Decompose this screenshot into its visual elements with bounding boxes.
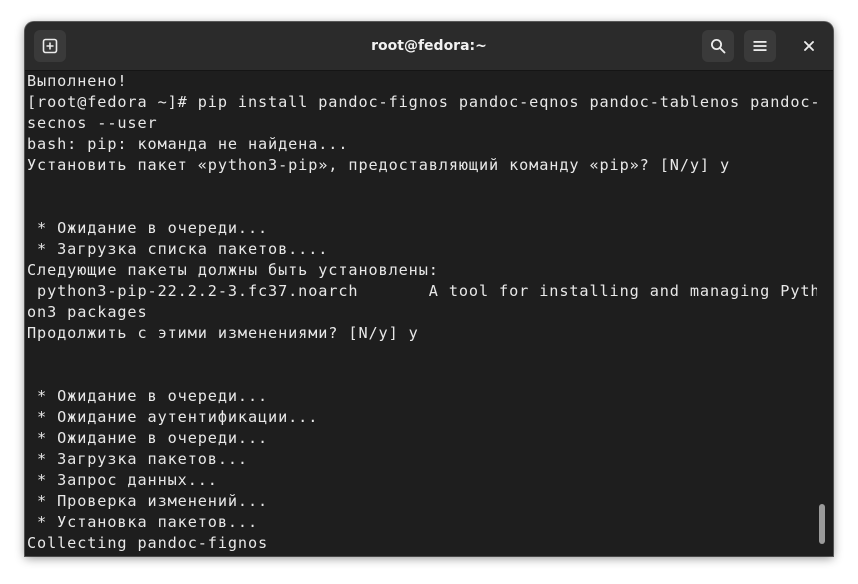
terminal-window: root@fedora:~ Выполнено! [root@fedora ~]…: [25, 22, 833, 556]
terminal-line: Collecting pandoc-fignos: [27, 534, 269, 552]
terminal-line: * Загрузка списка пакетов....: [27, 240, 329, 258]
terminal-line: * Ожидание в очереди...: [27, 219, 269, 237]
search-button[interactable]: [702, 30, 734, 62]
search-icon: [711, 39, 726, 54]
menu-button[interactable]: [744, 30, 776, 62]
scrollbar-thumb[interactable]: [819, 504, 825, 544]
terminal-line: * Запрос данных...: [27, 471, 218, 489]
titlebar: root@fedora:~: [25, 22, 833, 71]
terminal-line: * Ожидание аутентификации...: [27, 408, 319, 426]
close-button[interactable]: [793, 30, 825, 62]
terminal-line: Выполнено!: [27, 72, 128, 90]
terminal-line: * Ожидание в очереди...: [27, 429, 269, 447]
close-icon: [804, 41, 814, 51]
new-tab-button[interactable]: [34, 30, 66, 62]
hamburger-menu-icon: [753, 41, 767, 51]
terminal-line: Продолжить с этими изменениями? [N/y] y: [27, 324, 419, 342]
terminal-line: Установить пакет «python3-pip», предоста…: [27, 156, 731, 174]
new-tab-icon: [42, 38, 58, 54]
terminal-line: * Загрузка пакетов...: [27, 450, 248, 468]
terminal-line: [root@fedora ~]# pip install pandoc-fign…: [27, 93, 817, 111]
terminal-line: python3-pip-22.2.2-3.fc37.noarch A tool …: [27, 282, 817, 300]
terminal-line: * Проверка изменений...: [27, 492, 269, 510]
terminal-line: * Ожидание в очереди...: [27, 387, 269, 405]
terminal-line: * Установка пакетов...: [27, 513, 259, 531]
terminal-output[interactable]: Выполнено! [root@fedora ~]# pip install …: [27, 71, 817, 556]
terminal-line: Следующие пакеты должны быть установлены…: [27, 261, 439, 279]
terminal-line: secnos --user: [27, 114, 158, 132]
terminal-line: bash: pip: команда не найдена...: [27, 135, 349, 153]
terminal-line: on3 packages: [27, 303, 148, 321]
